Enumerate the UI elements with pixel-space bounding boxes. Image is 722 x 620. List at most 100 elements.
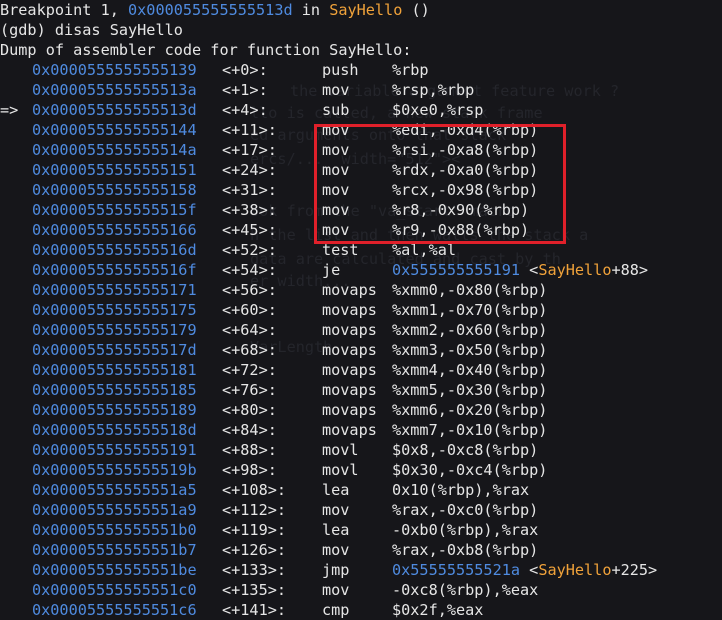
instruction-mnemonic: push	[322, 61, 359, 79]
instruction-offset: <+45>:	[222, 221, 277, 239]
instruction-row: 0x00005555555551c6 <+141>: cmp $0x2f,%eax	[0, 600, 722, 620]
instruction-operands: %r8,-0x90(%rbp)	[392, 201, 530, 219]
instruction-row: 0x0000555555555191 <+88>: movl $0x8,-0xc8(%…	[0, 440, 722, 460]
instruction-address: 0x000055555555513d	[32, 101, 197, 119]
breakpoint-line: Breakpoint 1, 0x000055555555513d in SayH…	[0, 1, 430, 19]
instruction-row: 0x000055555555518d <+84>: movaps %xmm7,-0x1…	[0, 420, 722, 440]
jump-target-address: 0x555555555191	[392, 261, 521, 279]
instruction-row: 0x000055555555516f <+54>: je 0x555555555191…	[0, 260, 722, 280]
instruction-offset: <+88>:	[222, 441, 277, 459]
instruction-mnemonic: mov	[322, 581, 350, 599]
instruction-mnemonic: mov	[322, 201, 350, 219]
instruction-offset: <+108>:	[222, 481, 287, 499]
breakpoint-function: SayHello	[329, 1, 403, 19]
instruction-mnemonic: jmp	[322, 561, 350, 579]
instruction-operands: %rsi,-0xa8(%rbp)	[392, 141, 539, 159]
instruction-row: 0x000055555555517d <+68>: movaps %xmm3,-0x5…	[0, 340, 722, 360]
jump-target-function: SayHello	[538, 261, 612, 279]
instruction-offset: <+76>:	[222, 381, 277, 399]
instruction-mnemonic: mov	[322, 121, 350, 139]
instruction-row: 0x0000555555555171 <+56>: movaps %xmm0,-0x8…	[0, 280, 722, 300]
instruction-mnemonic: movaps	[322, 341, 377, 359]
instruction-operands: %rdx,-0xa0(%rbp)	[392, 161, 539, 179]
instruction-row: 0x0000555555555175 <+60>: movaps %xmm1,-0x7…	[0, 300, 722, 320]
instruction-row: 0x00005555555551a9 <+112>: mov %rax,-0xc0(%…	[0, 500, 722, 520]
instruction-operands: %rbp	[392, 61, 429, 79]
instruction-offset: <+68>:	[222, 341, 277, 359]
instruction-mnemonic: movaps	[322, 281, 377, 299]
instruction-offset: <+24>:	[222, 161, 277, 179]
instruction-mnemonic: je	[322, 261, 341, 279]
instruction-operands: %edi,-0xd4(%rbp)	[392, 121, 539, 139]
instruction-address: 0x00005555555551c6	[32, 601, 197, 619]
instruction-offset: <+31>:	[222, 181, 277, 199]
instruction-operands: %rax,-0xc0(%rbp)	[392, 501, 539, 519]
instruction-operands: %xmm5,-0x30(%rbp)	[392, 381, 548, 399]
instruction-address: 0x000055555555514a	[32, 141, 197, 159]
instruction-operands: %xmm2,-0x60(%rbp)	[392, 321, 548, 339]
jump-target-offset: +225	[611, 561, 649, 579]
instruction-operands: $0x2f,%eax	[392, 601, 484, 619]
instruction-mnemonic: mov	[322, 141, 350, 159]
instruction-address: 0x000055555555516f	[32, 261, 197, 279]
instruction-mnemonic: mov	[322, 541, 350, 559]
instruction-mnemonic: mov	[322, 161, 350, 179]
instruction-address: 0x00005555555551be	[32, 561, 197, 579]
instruction-row: 0x0000555555555144 <+11>: mov %edi,-0xd4(%r…	[0, 120, 722, 140]
instruction-row: 0x0000555555555139 <+0>: push %rbp	[0, 60, 722, 80]
instruction-offset: <+1>:	[222, 81, 268, 99]
instruction-address: 0x000055555555516d	[32, 241, 197, 259]
instruction-offset: <+84>:	[222, 421, 277, 439]
instruction-address: 0x00005555555551a9	[32, 501, 197, 519]
instruction-row: 0x00005555555551b7 <+126>: mov %rax,-0xb8(%…	[0, 540, 722, 560]
instruction-address: 0x0000555555555166	[32, 221, 197, 239]
instruction-offset: <+0>:	[222, 61, 268, 79]
instruction-row: 0x00005555555551be <+133>: jmp 0x5555555552…	[0, 560, 722, 580]
instruction-list: 0x0000555555555139 <+0>: push %rbp 0x0000555…	[0, 60, 722, 620]
instruction-mnemonic: movaps	[322, 401, 377, 419]
instruction-operands: $0x30,-0xc4(%rbp)	[392, 461, 548, 479]
instruction-operands: %xmm7,-0x10(%rbp)	[392, 421, 548, 439]
instruction-address: 0x0000555555555151	[32, 161, 197, 179]
instruction-operands: %rcx,-0x98(%rbp)	[392, 181, 539, 199]
dump-title: Dump of assembler code for function SayH…	[0, 41, 412, 59]
instruction-row: 0x00005555555551a5 <+108>: lea 0x10(%rbp),%…	[0, 480, 722, 500]
instruction-mnemonic: mov	[322, 81, 350, 99]
instruction-offset: <+135>:	[222, 581, 287, 599]
instruction-address: 0x0000555555555185	[32, 381, 197, 399]
instruction-address: 0x000055555555517d	[32, 341, 197, 359]
instruction-row: 0x000055555555513a <+1>: mov %rsp,%rbp	[0, 80, 722, 100]
instruction-operands: 0x555555555191 <SayHello+88>	[392, 261, 649, 279]
instruction-address: 0x000055555555513a	[32, 81, 197, 99]
instruction-address: 0x0000555555555191	[32, 441, 197, 459]
current-instruction-arrow: =>	[0, 101, 19, 119]
instruction-address: 0x00005555555551b7	[32, 541, 197, 559]
instruction-mnemonic: movl	[322, 441, 359, 459]
instruction-operands: 0x55555555521a <SayHello+225>	[392, 561, 658, 579]
instruction-mnemonic: mov	[322, 501, 350, 519]
instruction-mnemonic: mov	[322, 181, 350, 199]
instruction-operands: %rsp,%rbp	[392, 81, 475, 99]
instruction-row: 0x0000555555555181 <+72>: movaps %xmm4,-0x4…	[0, 360, 722, 380]
instruction-row: 0x00005555555551c0 <+135>: mov -0xc8(%rbp),…	[0, 580, 722, 600]
instruction-address: 0x000055555555518d	[32, 421, 197, 439]
instruction-offset: <+54>:	[222, 261, 277, 279]
instruction-address: 0x0000555555555181	[32, 361, 197, 379]
instruction-mnemonic: test	[322, 241, 359, 259]
instruction-address: 0x0000555555555139	[32, 61, 197, 79]
instruction-offset: <+38>:	[222, 201, 277, 219]
instruction-mnemonic: lea	[322, 521, 350, 539]
instruction-row: 0x0000555555555185 <+76>: movaps %xmm5,-0x3…	[0, 380, 722, 400]
instruction-operands: %xmm3,-0x50(%rbp)	[392, 341, 548, 359]
instruction-offset: <+4>:	[222, 101, 268, 119]
instruction-address: 0x0000555555555189	[32, 401, 197, 419]
instruction-operands: $0x8,-0xc8(%rbp)	[392, 441, 539, 459]
jump-target-function: SayHello	[538, 561, 612, 579]
instruction-row: 0x000055555555519b <+98>: movl $0x30,-0xc4(…	[0, 460, 722, 480]
instruction-operands: -0xb0(%rbp),%rax	[392, 521, 539, 539]
instruction-address: 0x000055555555519b	[32, 461, 197, 479]
instruction-row: 0x000055555555516d <+52>: test %al,%al	[0, 240, 722, 260]
instruction-operands: -0xc8(%rbp),%eax	[392, 581, 539, 599]
instruction-offset: <+72>:	[222, 361, 277, 379]
instruction-offset: <+60>:	[222, 301, 277, 319]
